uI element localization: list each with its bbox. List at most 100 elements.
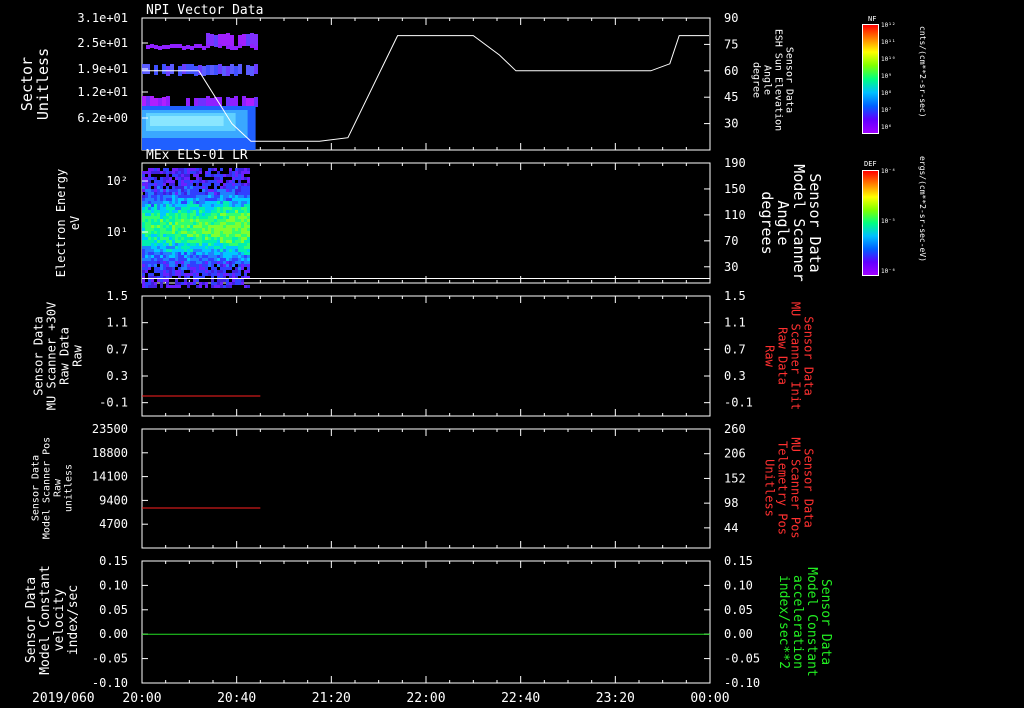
heatmap-cell (202, 267, 205, 270)
heatmap-cell (223, 258, 226, 261)
heatmap-cell (244, 210, 247, 213)
heatmap-cell (160, 273, 163, 276)
heatmap-cell (178, 273, 181, 276)
heatmap-cell (175, 270, 178, 273)
y-tick-label: 4700 (99, 517, 128, 531)
heatmap-cell (208, 171, 211, 174)
heatmap-cell (238, 267, 241, 270)
heatmap-cell (190, 282, 193, 285)
heatmap-cell (238, 234, 241, 237)
heatmap-cell (184, 186, 187, 189)
heatmap-cell (238, 231, 241, 234)
heatmap-cell (254, 97, 258, 107)
right-axis-label: acceleration (790, 575, 805, 669)
heatmap-cell (169, 261, 172, 264)
heatmap-cell (238, 249, 241, 252)
heatmap-cell (175, 234, 178, 237)
heatmap-cell (160, 279, 163, 282)
heatmap-cell (145, 261, 148, 264)
heatmap-cell (190, 186, 193, 189)
heatmap-cell (226, 219, 229, 222)
heatmap-cell (163, 213, 166, 216)
heatmap-cell (199, 198, 202, 201)
heatmap-cell (193, 222, 196, 225)
heatmap-cell (190, 240, 193, 243)
heatmap-cell (193, 255, 196, 258)
heatmap-cell (238, 270, 241, 273)
right-tick-label: 30 (724, 117, 738, 131)
heatmap-cell (163, 252, 166, 255)
heatmap-cell (193, 213, 196, 216)
heatmap-cell (142, 234, 145, 237)
heatmap-cell (208, 195, 211, 198)
heatmap-cell (241, 210, 244, 213)
right-tick-label: -0.05 (724, 652, 760, 666)
heatmap-cell (208, 234, 211, 237)
heatmap-cell (226, 189, 229, 192)
heatmap-cell (163, 204, 166, 207)
heatmap-cell (157, 237, 160, 240)
heatmap-cell (235, 228, 238, 231)
heatmap-cell (238, 189, 241, 192)
heatmap-cell (199, 192, 202, 195)
heatmap-cell (148, 273, 151, 276)
heatmap-cell (148, 246, 151, 249)
heatmap-cell (145, 252, 148, 255)
heatmap-cell (217, 216, 220, 219)
heatmap-cell (178, 213, 181, 216)
heatmap-cell (238, 201, 241, 204)
heatmap-cell (175, 252, 178, 255)
heatmap-cell (148, 183, 151, 186)
heatmap-cell (190, 183, 193, 186)
heatmap-cell (163, 249, 166, 252)
heatmap-cell (223, 219, 226, 222)
heatmap-cell (190, 273, 193, 276)
heatmap-cell (223, 195, 226, 198)
heatmap-cell (172, 225, 175, 228)
heatmap-cell (229, 243, 232, 246)
heatmap-cell (184, 207, 187, 210)
heatmap-cell (178, 44, 182, 48)
heatmap-cell (160, 210, 163, 213)
heatmap-cell (160, 240, 163, 243)
heatmap-cell (241, 240, 244, 243)
heatmap-cell (172, 201, 175, 204)
heatmap-cell (217, 198, 220, 201)
heatmap-cell (175, 279, 178, 282)
heatmap-cell (226, 285, 229, 288)
heatmap-cell (220, 180, 223, 183)
heatmap-cell (199, 231, 202, 234)
heatmap-cell (154, 231, 157, 234)
heatmap-cell (175, 174, 178, 177)
heatmap-cell (184, 279, 187, 282)
heatmap-cell (187, 243, 190, 246)
y-tick-label: 10¹ (106, 225, 128, 239)
heatmap-cell (205, 228, 208, 231)
heatmap-cell (148, 207, 151, 210)
right-axis-label: Sensor Data (802, 316, 816, 395)
heatmap-cell (172, 216, 175, 219)
heatmap-cell (208, 180, 211, 183)
heatmap-cell (148, 249, 151, 252)
heatmap-cell (235, 201, 238, 204)
heatmap-cell (160, 186, 163, 189)
heatmap-cell (244, 195, 247, 198)
heatmap-cell (217, 252, 220, 255)
heatmap-cell (190, 216, 193, 219)
heatmap-cell (229, 285, 232, 288)
heatmap-cell (142, 246, 145, 249)
heatmap-cell (226, 258, 229, 261)
heatmap-cell (247, 240, 250, 243)
time-tick-label: 22:00 (406, 691, 445, 706)
heatmap-cell (172, 240, 175, 243)
heatmap-cell (157, 201, 160, 204)
heatmap-cell (232, 225, 235, 228)
heatmap-cell (198, 44, 202, 48)
heatmap-cell (182, 46, 186, 50)
heatmap-cell (166, 261, 169, 264)
heatmap-cell (193, 174, 196, 177)
heatmap-cell (196, 258, 199, 261)
heatmap-cell (241, 237, 244, 240)
heatmap-cell (148, 264, 151, 267)
heatmap-cell (190, 46, 194, 50)
